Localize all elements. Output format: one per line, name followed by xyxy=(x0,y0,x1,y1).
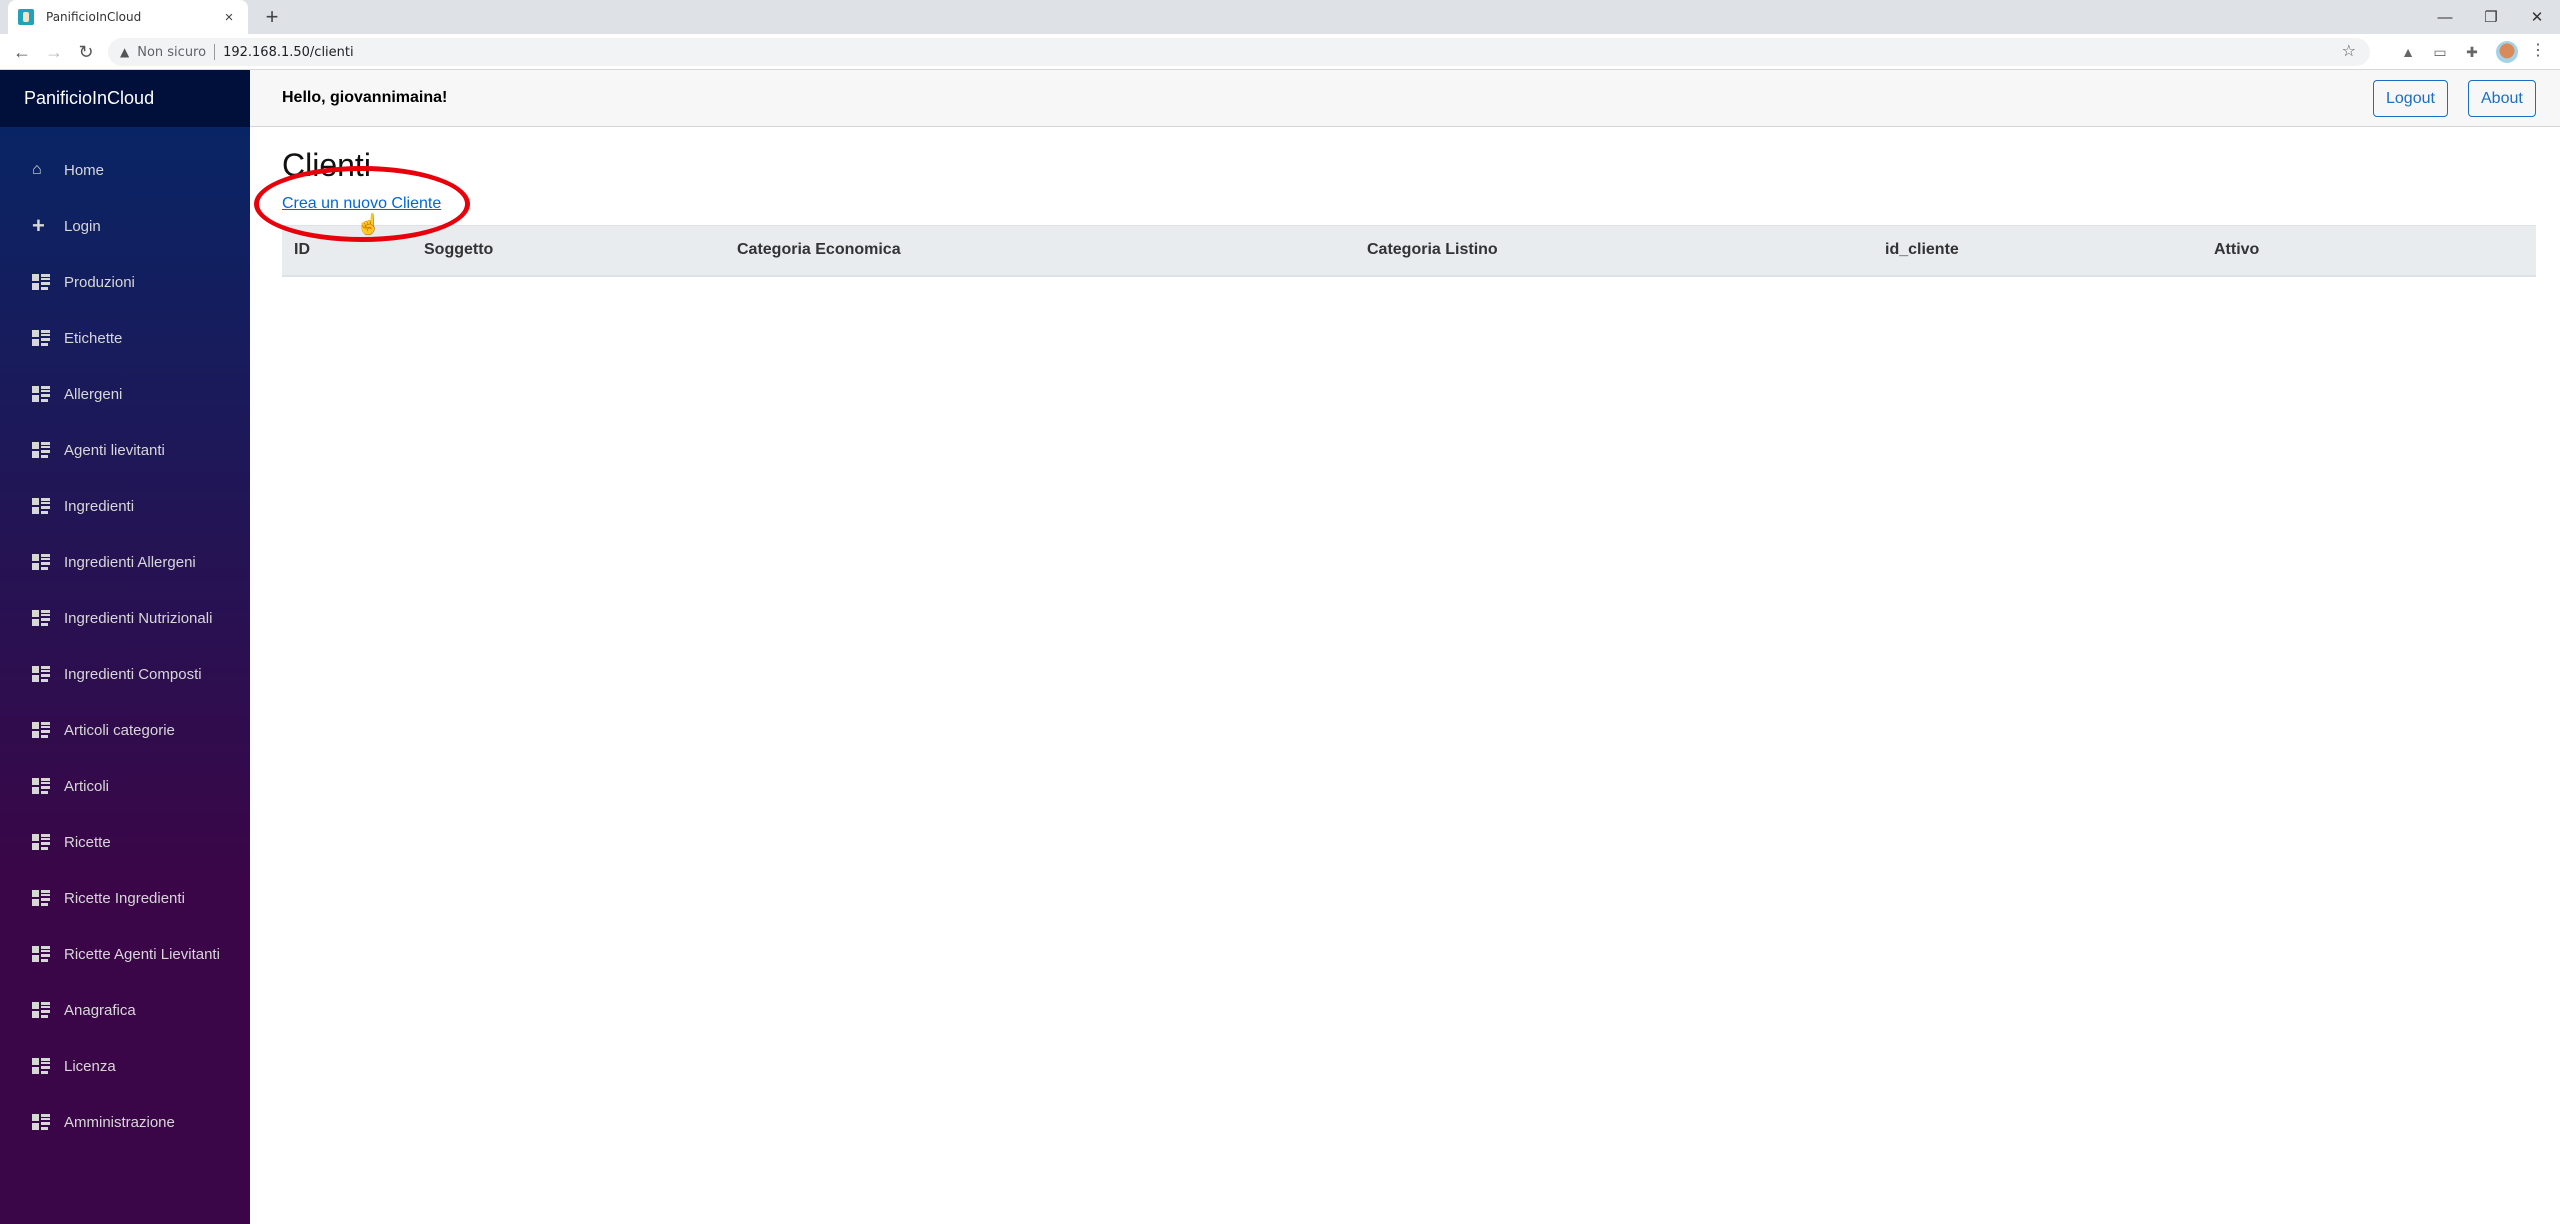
list-icon xyxy=(32,442,50,458)
reload-icon[interactable]: ↻ xyxy=(74,40,98,64)
browser-tab[interactable]: PanificioInCloud × xyxy=(8,0,248,34)
sidebar-item-label: Ingredienti xyxy=(64,497,135,515)
list-icon xyxy=(32,554,50,570)
browser-tab-bar: PanificioInCloud × + — ❐ ✕ xyxy=(0,0,2560,34)
list-icon xyxy=(32,778,50,794)
clients-table: ID Soggetto Categoria Economica Categoria L… xyxy=(282,225,2536,277)
url-input[interactable]: ▲ Non sicuro 192.168.1.50/clienti ☆ xyxy=(108,38,2370,66)
sidebar-item-allergeni[interactable]: Allergeni xyxy=(0,366,250,422)
omnibox-separator xyxy=(214,44,216,60)
sidebar-item-ingredienti-allergeni[interactable]: Ingredienti Allergeni xyxy=(0,534,250,590)
list-icon xyxy=(32,722,50,738)
sidebar-item-login[interactable]: + Login xyxy=(0,198,250,254)
extensions-puzzle-icon[interactable]: ✚ xyxy=(2462,42,2482,62)
sidebar-item-licenza[interactable]: Licenza xyxy=(0,1038,250,1094)
brand-logo[interactable]: PanificioInCloud xyxy=(0,70,250,127)
sidebar: PanificioInCloud ⌂ Home + Login Produzioni Et… xyxy=(0,70,250,1224)
column-header-categoria-economica: Categoria Economica xyxy=(737,241,901,259)
sidebar-item-label: Ingredienti Nutrizionali xyxy=(64,609,213,627)
sidebar-item-home[interactable]: ⌂ Home xyxy=(0,142,250,198)
forward-icon[interactable]: → xyxy=(42,40,66,64)
sidebar-item-label: Amministrazione xyxy=(64,1113,175,1131)
close-window-icon[interactable]: ✕ xyxy=(2514,0,2560,34)
bookmark-star-icon[interactable]: ☆ xyxy=(2342,41,2356,60)
sidebar-item-anagrafica[interactable]: Anagrafica xyxy=(0,982,250,1038)
sidebar-item-label: Agenti lievitanti xyxy=(64,441,165,459)
restore-icon[interactable]: ❐ xyxy=(2468,0,2514,34)
about-button[interactable]: About xyxy=(2468,80,2536,117)
security-label[interactable]: Non sicuro xyxy=(137,45,206,60)
home-icon: ⌂ xyxy=(32,161,42,178)
close-tab-icon[interactable]: × xyxy=(220,9,238,26)
column-header-soggetto: Soggetto xyxy=(424,241,494,259)
sidebar-item-ingredienti[interactable]: Ingredienti xyxy=(0,478,250,534)
drive-extension-icon[interactable]: ▲ xyxy=(2398,42,2418,62)
sidebar-item-label: Allergeni xyxy=(64,385,123,403)
sidebar-item-label: Articoli categorie xyxy=(64,721,175,739)
list-icon xyxy=(32,946,50,962)
create-client-link[interactable]: Crea un nuovo Cliente xyxy=(282,195,441,213)
top-bar: Hello, giovannimaina! Logout About xyxy=(250,70,2560,127)
list-icon xyxy=(32,890,50,906)
sidebar-item-label: Anagrafica xyxy=(64,1001,136,1019)
column-header-id-cliente: id_cliente xyxy=(1885,241,1959,259)
list-icon xyxy=(32,610,50,626)
list-icon xyxy=(32,1002,50,1018)
sidebar-item-label: Ricette xyxy=(64,833,111,851)
sidebar-item-agenti-lievitanti[interactable]: Agenti lievitanti xyxy=(0,422,250,478)
warning-icon: ▲ xyxy=(120,45,130,59)
logout-button[interactable]: Logout xyxy=(2373,80,2448,117)
cast-extension-icon[interactable]: ▭ xyxy=(2430,42,2450,62)
address-bar: ← → ↻ ▲ Non sicuro 192.168.1.50/clienti … xyxy=(0,34,2560,70)
list-icon xyxy=(32,1058,50,1074)
sidebar-item-ingredienti-composti[interactable]: Ingredienti Composti xyxy=(0,646,250,702)
list-icon xyxy=(32,330,50,346)
sidebar-item-etichette[interactable]: Etichette xyxy=(0,310,250,366)
browser-menu-icon[interactable]: ⋮ xyxy=(2530,40,2546,60)
sidebar-item-label: Ricette Ingredienti xyxy=(64,889,185,907)
sidebar-item-articoli-categorie[interactable]: Articoli categorie xyxy=(0,702,250,758)
page-title: Clienti xyxy=(282,147,371,183)
list-icon xyxy=(32,834,50,850)
profile-avatar[interactable] xyxy=(2496,41,2518,63)
sidebar-item-label: Articoli xyxy=(64,777,110,795)
new-tab-button[interactable]: + xyxy=(260,4,284,30)
sidebar-item-label: Ingredienti Composti xyxy=(64,665,202,683)
sidebar-item-label: Ingredienti Allergeni xyxy=(64,553,196,571)
sidebar-item-articoli[interactable]: Articoli xyxy=(0,758,250,814)
list-icon xyxy=(32,274,50,290)
back-icon[interactable]: ← xyxy=(10,40,34,64)
column-header-attivo: Attivo xyxy=(2214,241,2260,259)
sidebar-item-label: Login xyxy=(64,217,101,235)
url-text[interactable]: 192.168.1.50/clienti xyxy=(223,45,354,60)
sidebar-item-label: Home xyxy=(64,161,105,179)
column-header-id: ID xyxy=(294,241,310,259)
minimize-icon[interactable]: — xyxy=(2422,0,2468,34)
sidebar-item-produzioni[interactable]: Produzioni xyxy=(0,254,250,310)
main-content: Clienti Crea un nuovo Cliente ID Soggetto… xyxy=(282,127,2536,277)
sidebar-item-amministrazione[interactable]: Amministrazione xyxy=(0,1094,250,1150)
sidebar-item-ricette-agenti-lievitanti[interactable]: Ricette Agenti Lievitanti xyxy=(0,926,250,982)
tab-title: PanificioInCloud xyxy=(46,10,142,24)
sidebar-item-ingredienti-nutrizionali[interactable]: Ingredienti Nutrizionali xyxy=(0,590,250,646)
plus-icon: + xyxy=(32,213,45,238)
favicon-icon xyxy=(18,9,34,25)
sidebar-item-label: Licenza xyxy=(64,1057,116,1075)
list-icon xyxy=(32,386,50,402)
list-icon xyxy=(32,498,50,514)
sidebar-item-label: Etichette xyxy=(64,329,123,347)
sidebar-nav: ⌂ Home + Login Produzioni Etichette Allergeni A… xyxy=(0,127,250,1150)
table-header-row: ID Soggetto Categoria Economica Categoria L… xyxy=(282,225,2536,276)
greeting-text: Hello, giovannimaina! xyxy=(282,89,448,106)
list-icon xyxy=(32,1114,50,1130)
list-icon xyxy=(32,666,50,682)
sidebar-item-ricette-ingredienti[interactable]: Ricette Ingredienti xyxy=(0,870,250,926)
sidebar-item-label: Ricette Agenti Lievitanti xyxy=(64,945,220,963)
sidebar-item-label: Produzioni xyxy=(64,273,135,291)
column-header-categoria-listino: Categoria Listino xyxy=(1367,241,1498,259)
sidebar-item-ricette[interactable]: Ricette xyxy=(0,814,250,870)
